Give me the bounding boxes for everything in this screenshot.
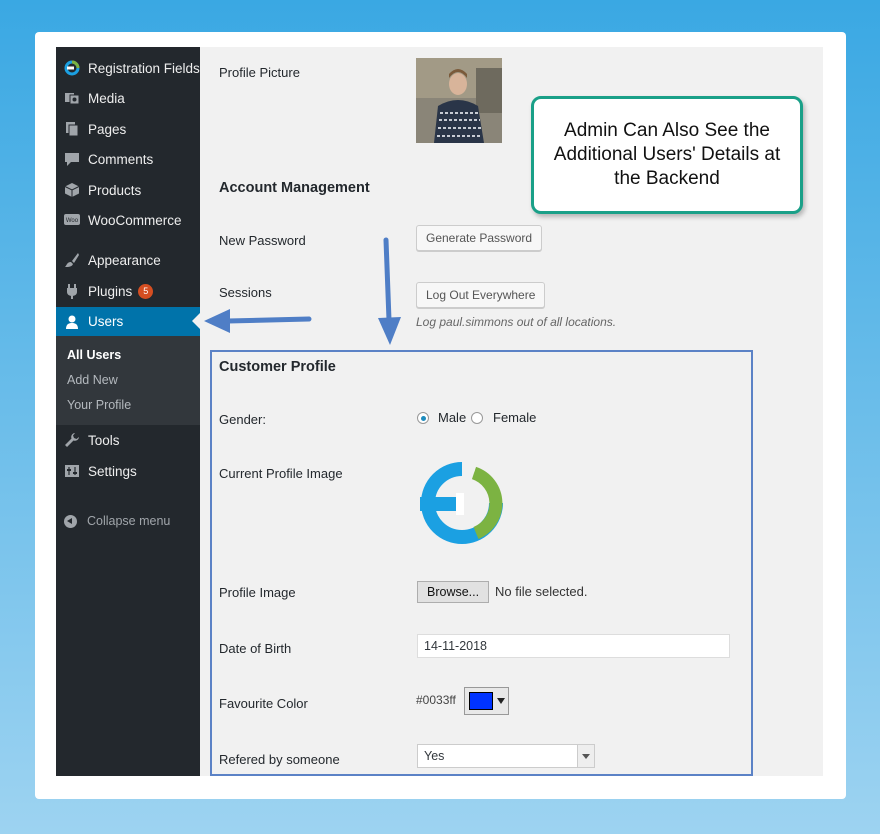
- annotation-arrows: [204, 237, 401, 345]
- arrow-to-customer-profile: [378, 237, 401, 345]
- arrow-to-users-menu: [204, 309, 312, 333]
